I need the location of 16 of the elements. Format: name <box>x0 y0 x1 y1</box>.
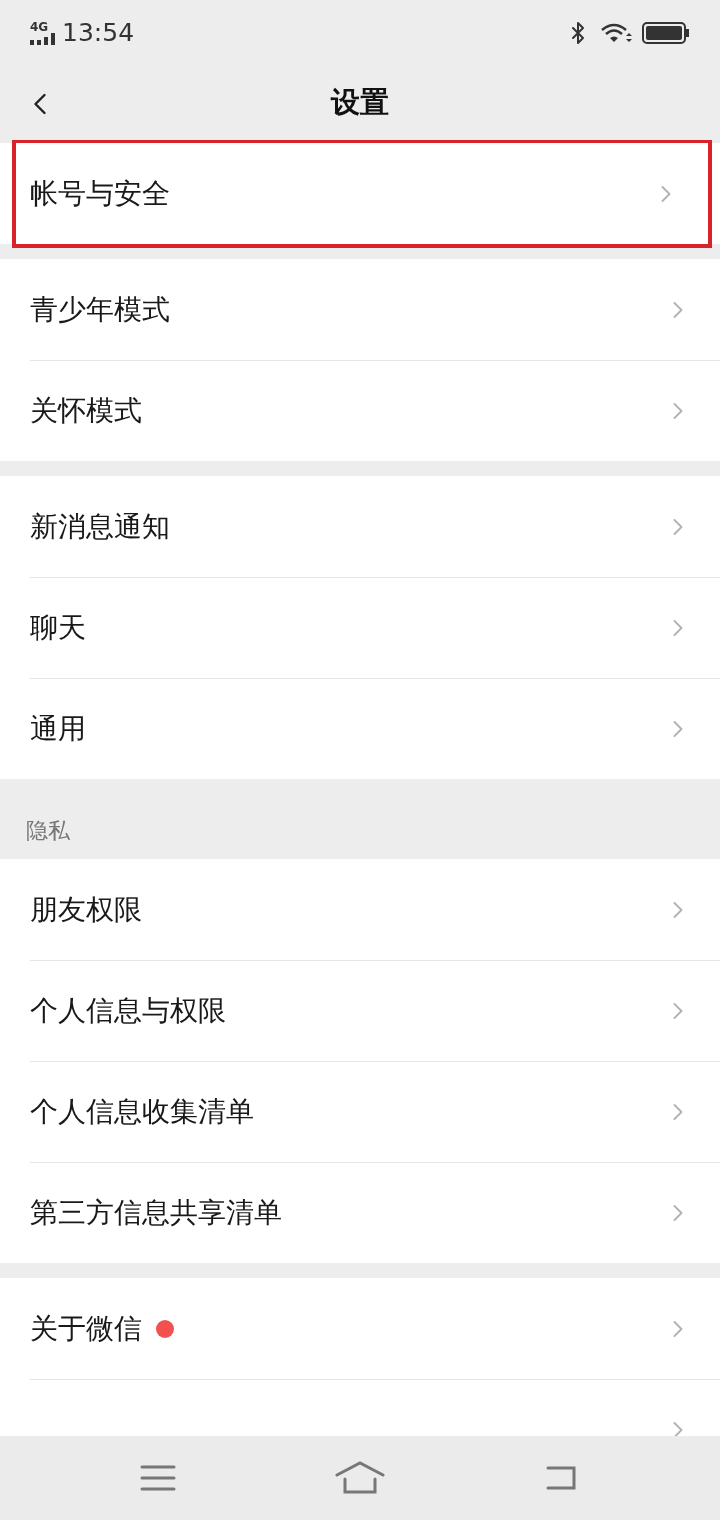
clock-time: 13:54 <box>62 17 135 50</box>
signal-icon <box>30 33 56 45</box>
settings-item[interactable]: 新消息通知 <box>30 476 720 577</box>
settings-item[interactable]: 第三方信息共享清单 <box>30 1162 720 1263</box>
settings-item[interactable]: 关怀模式 <box>30 360 720 461</box>
battery-icon <box>642 22 690 44</box>
settings-item[interactable]: 朋友权限 <box>30 859 720 960</box>
wifi-icon <box>600 22 632 44</box>
network-label: 4G <box>30 21 49 33</box>
settings-item[interactable]: 通用 <box>30 678 720 779</box>
section-header: 隐私 <box>26 817 70 845</box>
settings-item[interactable]: 个人信息收集清单 <box>30 1061 720 1162</box>
settings-item[interactable]: 青少年模式 <box>30 259 720 360</box>
settings-item[interactable]: 聊天 <box>30 577 720 678</box>
settings-item[interactable]: 个人信息与权限 <box>30 960 720 1061</box>
page-title: 设置 <box>331 84 389 122</box>
